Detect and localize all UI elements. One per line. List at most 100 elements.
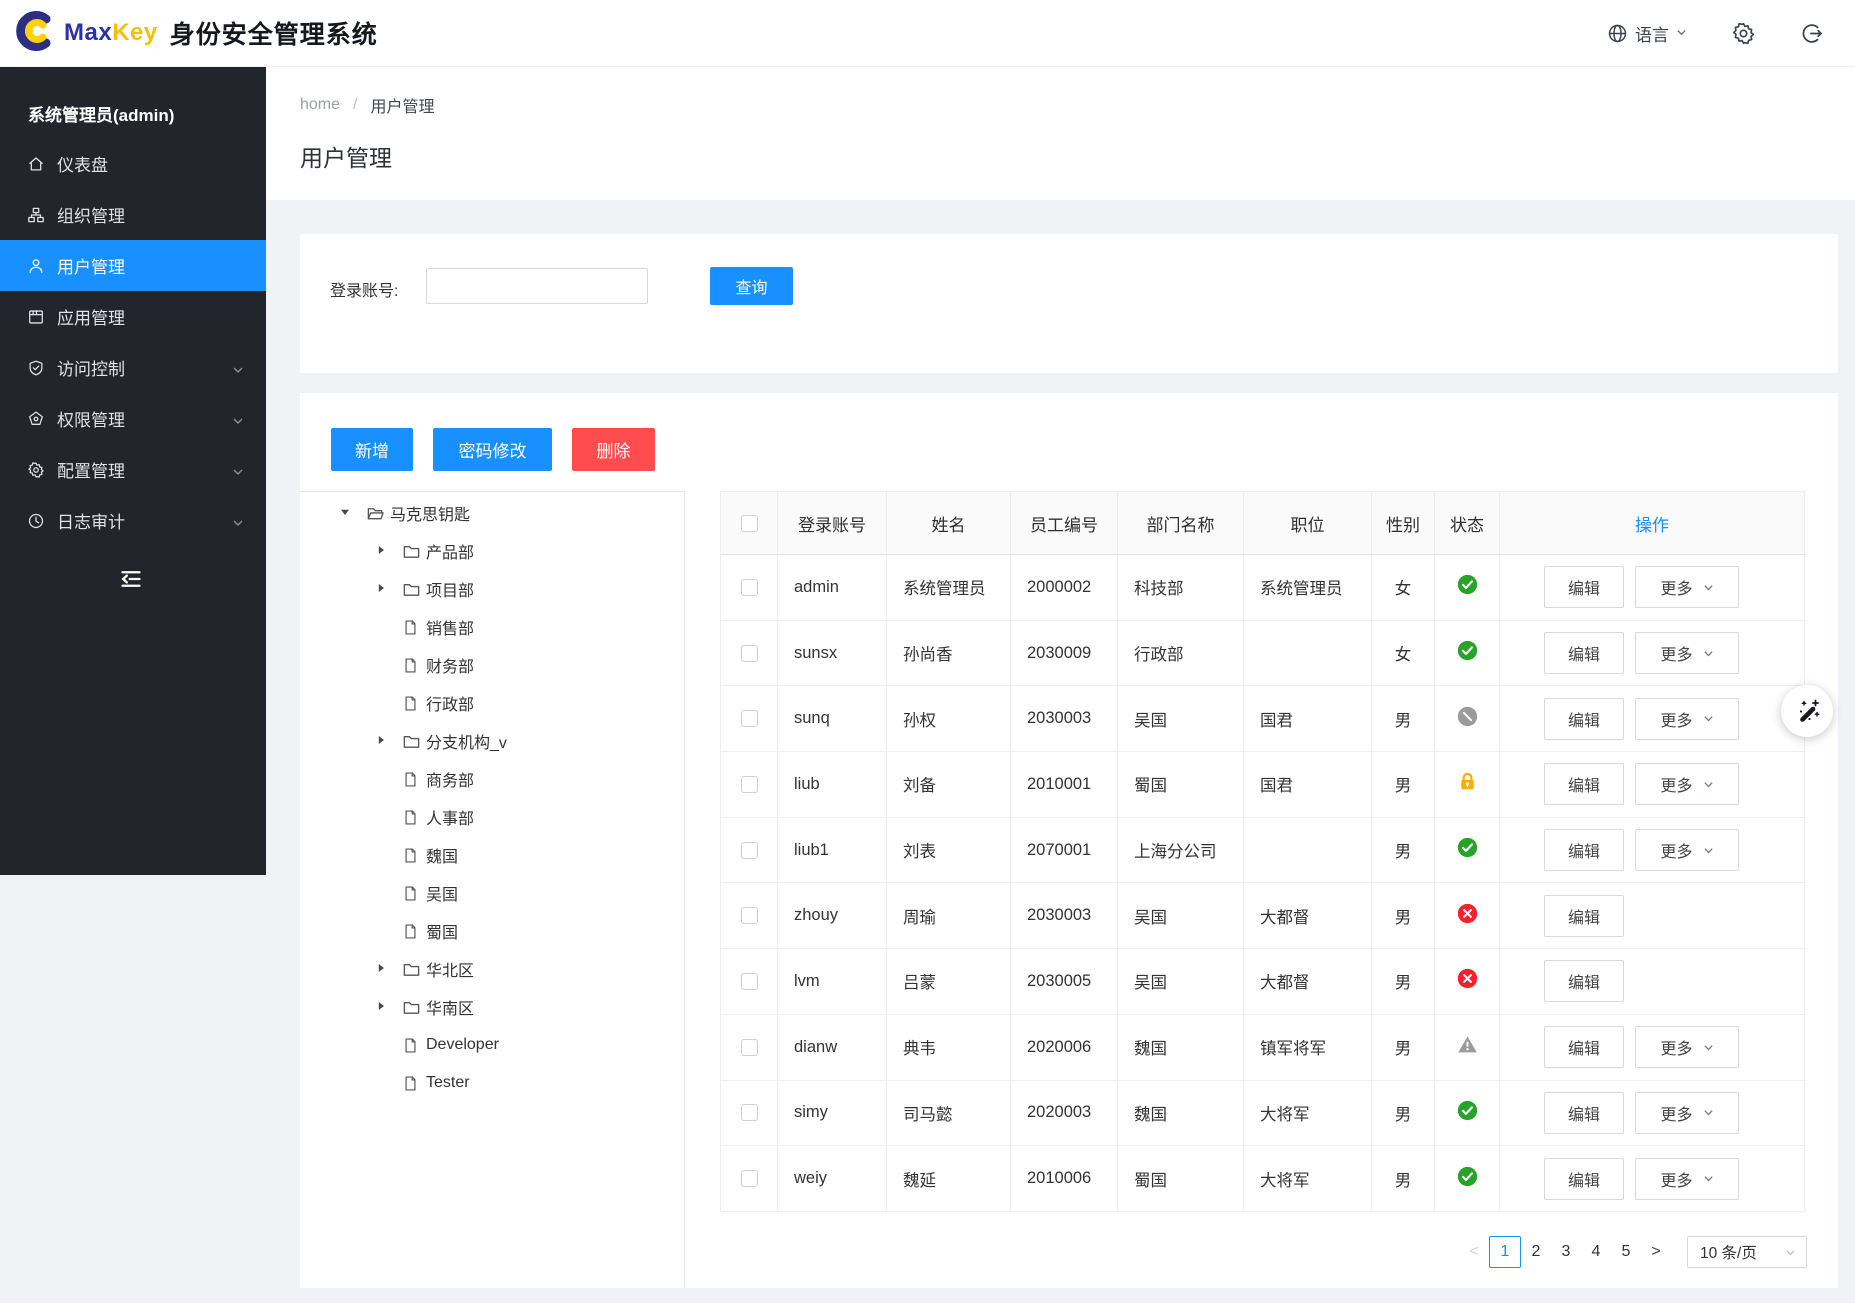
tree-node[interactable]: 人事部 — [300, 798, 684, 836]
tree-node[interactable]: 蜀国 — [300, 912, 684, 950]
tree-node-label: Tester — [426, 1074, 470, 1092]
language-menu[interactable]: 语言 — [1607, 21, 1687, 46]
caret-right-icon[interactable] — [376, 542, 386, 560]
more-button[interactable]: 更多 — [1635, 1158, 1739, 1200]
edit-button[interactable]: 编辑 — [1544, 763, 1624, 805]
cell-department: 蜀国 — [1118, 752, 1244, 817]
caret-down-icon[interactable] — [340, 504, 350, 522]
tree-node[interactable]: 产品部 — [300, 532, 684, 570]
breadcrumb-separator: / — [353, 96, 357, 114]
tree-node[interactable]: 商务部 — [300, 760, 684, 798]
floating-action-button[interactable] — [1781, 685, 1833, 737]
tree-node[interactable]: 行政部 — [300, 684, 684, 722]
sidebar-nav: 仪表盘组织管理用户管理应用管理访问控制权限管理配置管理日志审计 — [0, 138, 266, 546]
chevron-down-icon — [1785, 1247, 1796, 1258]
pagination-page-3[interactable]: 3 — [1551, 1236, 1581, 1268]
pagination-page-5[interactable]: 5 — [1611, 1236, 1641, 1268]
more-button[interactable]: 更多 — [1635, 829, 1739, 871]
row-checkbox[interactable] — [741, 645, 758, 662]
pagination-prev[interactable]: < — [1459, 1236, 1489, 1268]
edit-button[interactable]: 编辑 — [1544, 566, 1624, 608]
more-button[interactable]: 更多 — [1635, 632, 1739, 674]
tree-node[interactable]: 华北区 — [300, 950, 684, 988]
tree-node[interactable]: 分支机构_v — [300, 722, 684, 760]
select-all-checkbox[interactable] — [741, 515, 758, 532]
tree-node[interactable]: 华南区 — [300, 988, 684, 1026]
tree-node[interactable]: 财务部 — [300, 646, 684, 684]
sidebar-item-shield[interactable]: 访问控制 — [0, 342, 266, 393]
edit-button[interactable]: 编辑 — [1544, 1026, 1624, 1068]
row-checkbox[interactable] — [741, 973, 758, 990]
row-checkbox[interactable] — [741, 1104, 758, 1121]
query-button[interactable]: 查询 — [710, 267, 793, 305]
row-select-cell — [720, 1015, 778, 1080]
menu-fold-icon[interactable] — [118, 566, 144, 592]
change-password-button[interactable]: 密码修改 — [433, 428, 552, 471]
caret-right-icon[interactable] — [376, 580, 386, 598]
more-button[interactable]: 更多 — [1635, 1092, 1739, 1134]
edit-button[interactable]: 编辑 — [1544, 960, 1624, 1002]
edit-button[interactable]: 编辑 — [1544, 1158, 1624, 1200]
caret-right-icon[interactable] — [376, 732, 386, 750]
cell-employee-id: 2020003 — [1011, 1081, 1118, 1146]
delete-button[interactable]: 删除 — [572, 428, 655, 471]
chevron-down-icon — [1703, 779, 1714, 790]
logout-icon[interactable] — [1800, 22, 1823, 45]
row-checkbox[interactable] — [741, 907, 758, 924]
tree-node[interactable]: 项目部 — [300, 570, 684, 608]
tree-node[interactable]: 吴国 — [300, 874, 684, 912]
sidebar-item-clock[interactable]: 日志审计 — [0, 495, 266, 546]
more-button[interactable]: 更多 — [1635, 566, 1739, 608]
edit-button[interactable]: 编辑 — [1544, 829, 1624, 871]
cell-gender: 女 — [1372, 555, 1435, 620]
breadcrumb-home-link[interactable]: home — [300, 96, 340, 114]
row-checkbox[interactable] — [741, 710, 758, 727]
tree-node[interactable]: 销售部 — [300, 608, 684, 646]
settings-gear-icon[interactable] — [1731, 21, 1756, 46]
folder-icon — [402, 542, 425, 561]
more-button[interactable]: 更多 — [1635, 763, 1739, 805]
edit-button[interactable]: 编辑 — [1544, 698, 1624, 740]
chevron-down-icon — [232, 412, 244, 432]
edit-button[interactable]: 编辑 — [1544, 632, 1624, 674]
row-checkbox[interactable] — [741, 1039, 758, 1056]
sidebar-item-permission[interactable]: 权限管理 — [0, 393, 266, 444]
chevron-down-icon — [232, 514, 244, 534]
more-button[interactable]: 更多 — [1635, 698, 1739, 740]
cell-actions: 编辑 — [1500, 883, 1805, 948]
sidebar-item-organization[interactable]: 组织管理 — [0, 189, 266, 240]
tree-node-label: Developer — [426, 1036, 499, 1054]
more-button-label: 更多 — [1660, 707, 1692, 731]
row-checkbox[interactable] — [741, 776, 758, 793]
cell-account: lvm — [778, 949, 887, 1014]
sidebar-item-dashboard[interactable]: 仪表盘 — [0, 138, 266, 189]
caret-right-icon[interactable] — [376, 960, 386, 978]
pagination-next[interactable]: > — [1641, 1236, 1671, 1268]
sidebar-item-user[interactable]: 用户管理 — [0, 240, 266, 291]
login-account-input[interactable] — [426, 268, 648, 304]
more-button[interactable]: 更多 — [1635, 1026, 1739, 1068]
edit-button[interactable]: 编辑 — [1544, 1092, 1624, 1134]
edit-button[interactable]: 编辑 — [1544, 895, 1624, 937]
row-checkbox[interactable] — [741, 1170, 758, 1187]
pagination-page-1[interactable]: 1 — [1489, 1236, 1521, 1268]
sidebar-item-gear[interactable]: 配置管理 — [0, 444, 266, 495]
caret-right-icon[interactable] — [376, 998, 386, 1016]
tree-node[interactable]: Developer — [300, 1026, 684, 1064]
row-select-cell — [720, 883, 778, 948]
tree-node[interactable]: Tester — [300, 1064, 684, 1102]
pagination-page-4[interactable]: 4 — [1581, 1236, 1611, 1268]
tree-node[interactable]: 魏国 — [300, 836, 684, 874]
add-button[interactable]: 新增 — [331, 428, 413, 471]
row-checkbox[interactable] — [741, 579, 758, 596]
tree-node[interactable]: 马克思钥匙 — [300, 494, 684, 532]
tree-node-label: 马克思钥匙 — [390, 501, 470, 525]
pagination-page-2[interactable]: 2 — [1521, 1236, 1551, 1268]
cell-gender: 男 — [1372, 1146, 1435, 1211]
sidebar-item-application[interactable]: 应用管理 — [0, 291, 266, 342]
table-row-liub: liub刘备2010001蜀国国君男编辑更多 — [720, 752, 1806, 818]
page-size-select[interactable]: 10 条/页 — [1687, 1236, 1807, 1268]
row-checkbox[interactable] — [741, 842, 758, 859]
language-label: 语言 — [1635, 21, 1669, 46]
cell-gender: 男 — [1372, 1015, 1435, 1080]
